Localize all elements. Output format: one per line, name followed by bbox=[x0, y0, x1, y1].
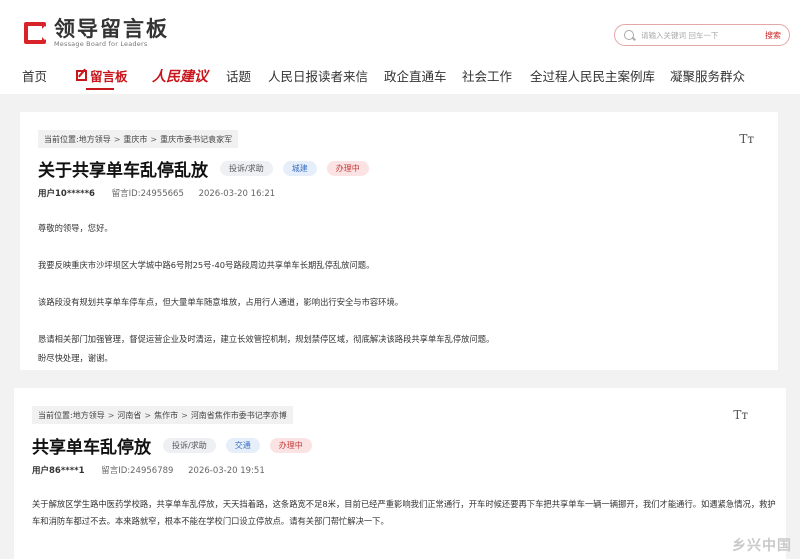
breadcrumb-item[interactable]: 河南省 bbox=[117, 410, 141, 421]
user-name: 用户10*****6 bbox=[38, 189, 95, 199]
status-badge: 办理中 bbox=[269, 438, 312, 453]
message-id: 留言ID:24956789 bbox=[101, 466, 174, 476]
breadcrumb-item[interactable]: 地方领导 bbox=[73, 410, 105, 421]
message-paragraph: 盼尽快处理，谢谢。 bbox=[38, 353, 113, 363]
logo-subtitle: Message Board for Leaders bbox=[54, 40, 148, 48]
message-paragraph: 该路段没有规划共享单车停车点，但大量单车随意堆放，占用行人通道，影响出行安全与市… bbox=[38, 297, 404, 307]
status-badge: 办理中 bbox=[326, 161, 369, 176]
search-icon bbox=[624, 30, 634, 40]
field-tag: 交通 bbox=[225, 438, 260, 453]
logo-title: 领导留言板 bbox=[54, 17, 169, 41]
nav-message-board[interactable]: 留言板 bbox=[76, 66, 128, 85]
message-meta: 用户10*****6 留言ID:24955665 2026-03-20 16:2… bbox=[38, 187, 275, 199]
nav-enterprise-express[interactable]: 政企直通车 bbox=[384, 66, 447, 85]
nav-people-suggestion[interactable]: 人民建议 bbox=[152, 66, 208, 86]
nav-readers-letters[interactable]: 人民日报读者来信 bbox=[268, 66, 368, 85]
nav-social-work[interactable]: 社会工作 bbox=[462, 66, 512, 85]
search-button[interactable]: 搜索 bbox=[765, 30, 781, 41]
search-input[interactable] bbox=[641, 28, 751, 42]
font-size-toggle-icon[interactable]: Tт bbox=[739, 132, 754, 146]
font-size-toggle-icon[interactable]: Tт bbox=[733, 408, 748, 422]
nav-serve-masses[interactable]: 凝聚服务群众 bbox=[670, 66, 745, 85]
message-meta: 用户86****1 留言ID:24956789 2026-03-20 19:51 bbox=[32, 464, 265, 476]
message-paragraph: 尊敬的领导，您好。 bbox=[38, 223, 113, 233]
breadcrumb-separator: > bbox=[150, 134, 158, 144]
pen-icon bbox=[76, 70, 87, 81]
logo-mark-icon bbox=[22, 20, 53, 46]
breadcrumb-item[interactable]: 重庆市 bbox=[123, 134, 147, 145]
breadcrumb-separator: > bbox=[113, 134, 121, 144]
message-title: 共享单车乱停放 bbox=[32, 438, 151, 458]
breadcrumb-separator: > bbox=[181, 410, 188, 420]
category-tag: 投诉/求助 bbox=[163, 438, 216, 453]
site-logo[interactable]: 领导留言板 Message Board for Leaders bbox=[22, 18, 169, 48]
category-tag: 投诉/求助 bbox=[220, 161, 273, 176]
message-paragraph: 我要反映重庆市沙坪坝区大学城中路6号附25号-40号路段周边共享单车长期乱停乱放… bbox=[38, 260, 375, 270]
breadcrumb-separator: > bbox=[144, 410, 152, 420]
active-nav-indicator bbox=[86, 88, 114, 90]
breadcrumb-item[interactable]: 重庆市委书记袁家军 bbox=[160, 134, 232, 145]
breadcrumb: 当前位置: 地方领导 > 河南省 > 焦作市 > 河南省焦作市委书记李亦博 bbox=[32, 406, 293, 424]
message-title: 关于共享单车乱停乱放 bbox=[38, 161, 208, 181]
message-card: 当前位置: 地方领导 > 河南省 > 焦作市 > 河南省焦作市委书记李亦博 Tт… bbox=[14, 388, 786, 559]
nav-home[interactable]: 首页 bbox=[22, 66, 47, 85]
site-header: 领导留言板 Message Board for Leaders 搜索 首页 留言… bbox=[0, 0, 800, 94]
message-time: 2026-03-20 19:51 bbox=[188, 466, 265, 476]
breadcrumb: 当前位置: 地方领导 > 重庆市 > 重庆市委书记袁家军 bbox=[38, 130, 239, 148]
message-paragraph: 关于解放区学生路中医药学校路，共享单车乱停放，天天挡着路，这条路宽不足8米，目前… bbox=[32, 499, 776, 526]
field-tag: 城建 bbox=[282, 161, 317, 176]
watermark-logo: 乡兴中国 bbox=[732, 538, 792, 554]
message-time: 2026-03-20 16:21 bbox=[198, 189, 276, 199]
breadcrumb-item[interactable]: 地方领导 bbox=[79, 134, 111, 145]
breadcrumb-item[interactable]: 焦作市 bbox=[154, 410, 178, 421]
nav-topics[interactable]: 话题 bbox=[226, 66, 251, 85]
search-box: 搜索 bbox=[614, 24, 790, 46]
message-paragraph: 恳请相关部门加强管理，督促运营企业及时清运，建立长效管控机制，规划禁停区域，彻底… bbox=[38, 334, 495, 344]
breadcrumb-item[interactable]: 河南省焦作市委书记李亦博 bbox=[191, 410, 287, 421]
breadcrumb-separator: > bbox=[107, 410, 115, 420]
message-card: 当前位置: 地方领导 > 重庆市 > 重庆市委书记袁家军 Tт 关于共享单车乱停… bbox=[20, 112, 778, 370]
main-nav: 首页 留言板 人民建议 话题 人民日报读者来信 政企直通车 社会工作 全过程人民… bbox=[0, 62, 800, 90]
nav-democracy-cases[interactable]: 全过程人民民主案例库 bbox=[530, 66, 655, 85]
user-name: 用户86****1 bbox=[32, 466, 85, 476]
message-id: 留言ID:24955665 bbox=[111, 189, 184, 199]
